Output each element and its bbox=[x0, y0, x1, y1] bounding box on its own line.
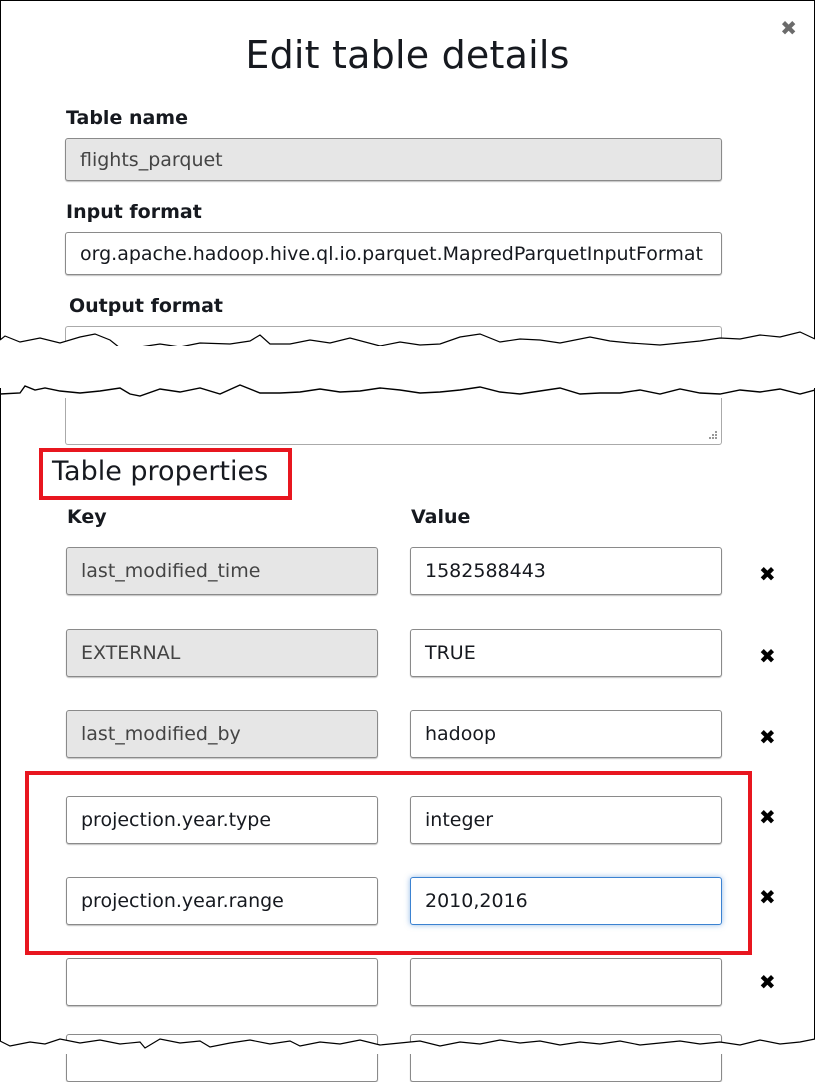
property-key-field: last_modified_by bbox=[66, 710, 378, 758]
property-value-value: TRUE bbox=[425, 642, 476, 664]
value-column-header: Value bbox=[411, 506, 471, 528]
delete-icon[interactable]: ✖ bbox=[759, 887, 776, 907]
property-value-field[interactable]: TRUE bbox=[410, 629, 722, 677]
table-name-label: Table name bbox=[66, 107, 188, 129]
dialog-title: Edit table details bbox=[245, 33, 570, 77]
property-value-field[interactable]: 1582588443 bbox=[410, 547, 722, 595]
property-key-value: last_modified_time bbox=[81, 560, 261, 582]
output-format-field[interactable] bbox=[65, 398, 722, 445]
table-properties-heading: Table properties bbox=[52, 456, 269, 487]
property-key-value: EXTERNAL bbox=[81, 642, 181, 664]
projection-rows-highlight bbox=[25, 771, 752, 955]
torn-edge-bottom bbox=[0, 1038, 815, 1054]
delete-icon[interactable]: ✖ bbox=[759, 646, 776, 666]
property-key-field: EXTERNAL bbox=[66, 629, 378, 677]
property-key-field[interactable] bbox=[66, 958, 378, 1006]
delete-icon[interactable]: ✖ bbox=[759, 972, 776, 992]
input-format-field[interactable]: org.apache.hadoop.hive.ql.io.parquet.Map… bbox=[65, 232, 722, 275]
property-value-value: 1582588443 bbox=[425, 560, 546, 582]
input-format-label: Input format bbox=[66, 201, 202, 223]
resize-grip-icon[interactable] bbox=[707, 431, 717, 441]
delete-icon[interactable]: ✖ bbox=[759, 727, 776, 747]
property-key-field: last_modified_time bbox=[66, 547, 378, 595]
property-value-field[interactable] bbox=[410, 958, 722, 1006]
property-key-value: last_modified_by bbox=[81, 723, 241, 745]
table-name-value: flights_parquet bbox=[80, 148, 223, 171]
delete-icon[interactable]: ✖ bbox=[759, 807, 776, 827]
delete-icon[interactable]: ✖ bbox=[759, 564, 776, 584]
close-icon[interactable]: ✖ bbox=[780, 18, 797, 38]
property-value-value: hadoop bbox=[425, 723, 497, 745]
output-format-label: Output format bbox=[69, 295, 223, 317]
key-column-header: Key bbox=[67, 506, 107, 528]
input-format-value: org.apache.hadoop.hive.ql.io.parquet.Map… bbox=[80, 242, 703, 265]
property-value-field[interactable]: hadoop bbox=[410, 710, 722, 758]
table-name-field: flights_parquet bbox=[65, 138, 722, 181]
